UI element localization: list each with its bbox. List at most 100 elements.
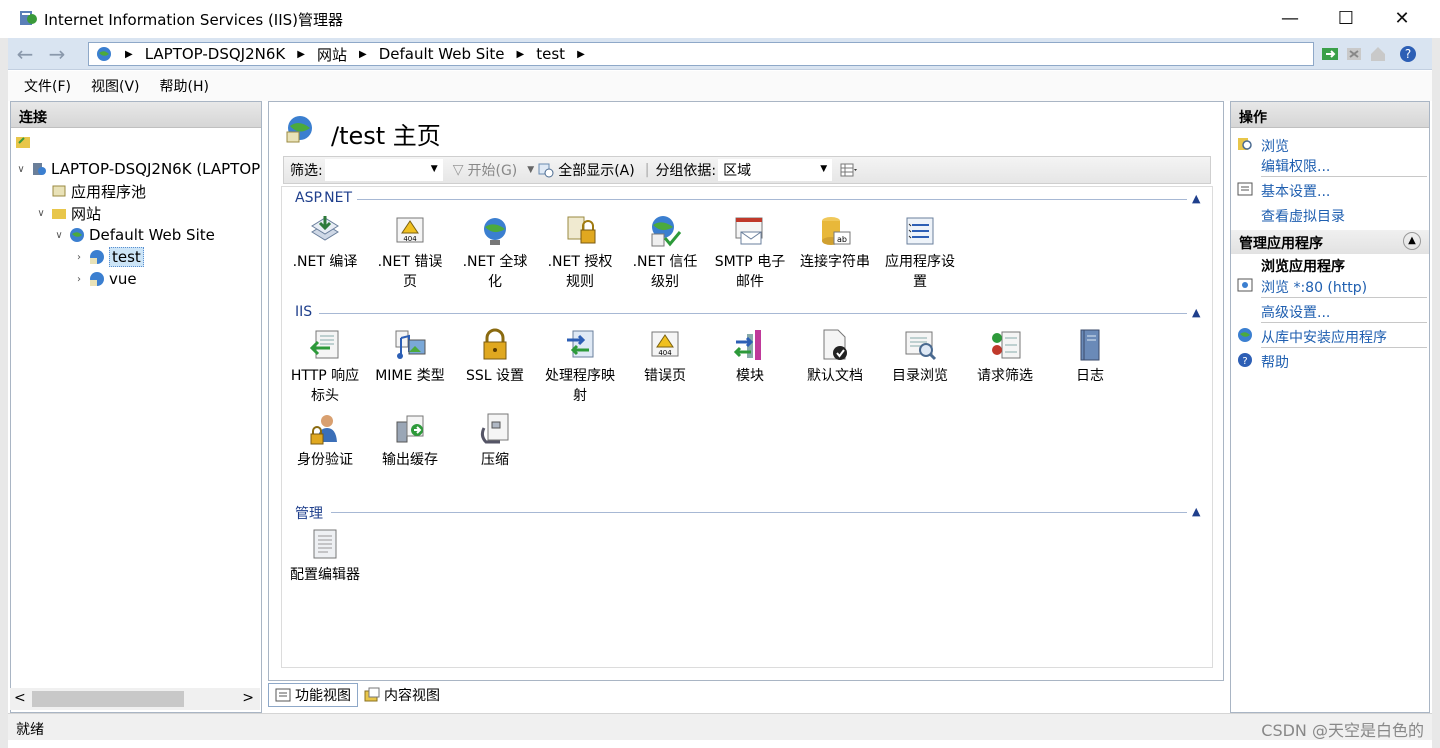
connect-icon[interactable] [15, 134, 31, 150]
feature-configuration-editor[interactable]: 配置编辑器 [283, 527, 367, 585]
view-mode-icon[interactable] [840, 163, 858, 177]
action-edit-permissions[interactable]: 编辑权限... [1261, 156, 1330, 176]
chevron-right-icon[interactable]: › [73, 252, 85, 263]
connections-header: 连接 [11, 102, 261, 128]
scroll-left-icon[interactable]: < [14, 690, 26, 706]
tab-content-view[interactable]: 内容视图 [358, 683, 446, 707]
svg-text:404: 404 [403, 235, 417, 243]
action-browse-80[interactable]: 浏览 *:80 (http) [1261, 277, 1367, 297]
feature-handler-mappings[interactable]: 处理程序映射 [538, 328, 622, 406]
refresh-icon[interactable] [1320, 44, 1340, 64]
feature-net-authorization[interactable]: .NET 授权 规则 [538, 214, 622, 292]
actions-divider [1261, 297, 1427, 298]
collapse-caret-icon[interactable]: ▲ [1192, 505, 1200, 518]
group-header-iis[interactable]: IIS [295, 304, 312, 320]
feature-compression[interactable]: 压缩 [453, 412, 537, 470]
feature-mime-types[interactable]: MIME 类型 [368, 328, 452, 386]
feature-default-document[interactable]: 默认文档 [793, 328, 877, 386]
feature-connection-strings[interactable]: ab 连接字符串 [793, 214, 877, 272]
group-by-select[interactable]: 区域 ▼ [718, 159, 833, 181]
collapse-caret-icon[interactable]: ▲ [1403, 232, 1421, 250]
forward-arrow-icon[interactable]: → [44, 42, 70, 66]
group-header-aspnet[interactable]: ASP.NET [295, 190, 352, 206]
breadcrumb[interactable]: ▶ LAPTOP-DSQJ2N6K ▶ 网站 ▶ Default Web Sit… [88, 42, 1314, 66]
home-icon[interactable] [1368, 44, 1388, 64]
feature-net-trust-levels[interactable]: .NET 信任 级别 [623, 214, 707, 292]
settings-list-icon [906, 217, 934, 245]
chevron-right-icon: ▶ [297, 48, 305, 60]
feature-output-caching[interactable]: 输出缓存 [368, 412, 452, 470]
action-help[interactable]: 帮助 [1261, 352, 1289, 372]
feature-error-pages[interactable]: 404 错误页 [623, 328, 707, 386]
svg-text:?: ? [1242, 356, 1247, 367]
feature-net-error-pages[interactable]: 404 .NET 错误页 [368, 214, 452, 292]
collapse-caret-icon[interactable]: ▲ [1192, 306, 1200, 319]
breadcrumb-item-default-site[interactable]: Default Web Site [379, 45, 505, 63]
server-icon [33, 163, 46, 175]
show-all-button[interactable]: 全部显示(A) [558, 160, 635, 180]
feature-net-globalization[interactable]: .NET 全球化 [453, 214, 537, 292]
action-browse[interactable]: 浏览 [1261, 136, 1289, 156]
trust-globe-icon [651, 216, 682, 247]
tree-node-vue[interactable]: › vue [73, 268, 137, 290]
feature-directory-browsing[interactable]: 目录浏览 [878, 328, 962, 386]
web-app-icon [90, 250, 104, 264]
funnel-icon: ▽ [452, 162, 464, 178]
scrollbar-thumb[interactable] [32, 691, 184, 707]
chevron-right-icon[interactable]: › [73, 274, 85, 285]
error-page-icon: 404 [396, 217, 424, 243]
actions-divider [1261, 347, 1427, 348]
horizontal-scrollbar[interactable]: < > [10, 688, 260, 710]
collapse-caret-icon[interactable]: ▲ [1192, 192, 1200, 205]
back-arrow-icon[interactable]: ← [12, 42, 38, 66]
feature-net-compilation[interactable]: .NET 编译 [283, 214, 367, 272]
help-icon[interactable]: ? [1398, 44, 1418, 64]
feature-logging[interactable]: 日志 [1048, 328, 1132, 386]
feature-http-response-headers[interactable]: HTTP 响应 标头 [283, 328, 367, 406]
tree-node-server[interactable]: ∨ LAPTOP-DSQJ2N6K (LAPTOP [15, 158, 260, 180]
window-title: Internet Information Services (IIS)管理器 [44, 11, 344, 29]
close-button[interactable]: ✕ [1374, 0, 1430, 36]
feature-ssl-settings[interactable]: SSL 设置 [453, 328, 537, 386]
group-header-management[interactable]: 管理 [295, 503, 323, 523]
connections-pane: 连接 ∨ LAPTOP-DSQJ2N6K (LAPTOP 应用程序池 ∨ 网站 … [10, 101, 262, 713]
chevron-down-icon[interactable]: ∨ [15, 164, 27, 175]
menu-help[interactable]: 帮助(H) [160, 76, 209, 96]
maximize-button[interactable]: ☐ [1318, 0, 1374, 36]
menu-view[interactable]: 视图(V) [91, 76, 140, 96]
lock-icon [567, 216, 596, 244]
feature-app-settings[interactable]: 应用程序设置 [878, 214, 962, 292]
action-view-virtual-directories[interactable]: 查看虚拟目录 [1261, 206, 1345, 226]
tree-node-app-pools[interactable]: 应用程序池 [35, 180, 146, 202]
group-by-label: 分组依据: [655, 163, 717, 179]
breadcrumb-item-test[interactable]: test [536, 45, 565, 63]
chevron-right-icon: ▶ [358, 48, 367, 60]
log-book-icon [1080, 329, 1100, 361]
feature-request-filtering[interactable]: 请求筛选 [963, 328, 1047, 386]
feature-authentication[interactable]: 身份验证 [283, 412, 367, 470]
menu-file[interactable]: 文件(F) [24, 76, 71, 96]
breadcrumb-item-server[interactable]: LAPTOP-DSQJ2N6K [145, 45, 286, 63]
feature-modules[interactable]: 模块 [708, 328, 792, 386]
chevron-down-icon[interactable]: ∨ [53, 230, 65, 241]
breadcrumb-item-sites[interactable]: 网站 [317, 44, 347, 65]
globe-icon [70, 228, 84, 242]
action-basic-settings[interactable]: 基本设置... [1261, 181, 1330, 201]
minimize-button[interactable]: — [1262, 0, 1318, 36]
filter-input[interactable]: ▼ [324, 159, 443, 181]
tree-node-sites[interactable]: ∨ 网站 [35, 202, 101, 224]
go-button[interactable]: 开始(G) [468, 160, 518, 180]
tab-features-view[interactable]: 功能视图 [268, 683, 358, 707]
stop-icon[interactable] [1344, 44, 1364, 64]
globe-icon [484, 218, 506, 245]
feature-smtp-email[interactable]: SMTP 电子 邮件 [708, 214, 792, 292]
action-advanced-settings[interactable]: 高级设置... [1261, 302, 1330, 322]
tree-node-test[interactable]: › test [73, 246, 144, 268]
tree-node-default-site[interactable]: ∨ Default Web Site [53, 224, 215, 246]
scroll-right-icon[interactable]: > [242, 690, 254, 706]
action-install-from-gallery[interactable]: 从库中安装应用程序 [1261, 327, 1387, 347]
chevron-down-icon[interactable]: ∨ [35, 208, 47, 219]
browse-app-label: 浏览应用程序 [1261, 259, 1345, 275]
svg-text:ab: ab [837, 235, 847, 244]
features-view-icon [275, 688, 291, 702]
